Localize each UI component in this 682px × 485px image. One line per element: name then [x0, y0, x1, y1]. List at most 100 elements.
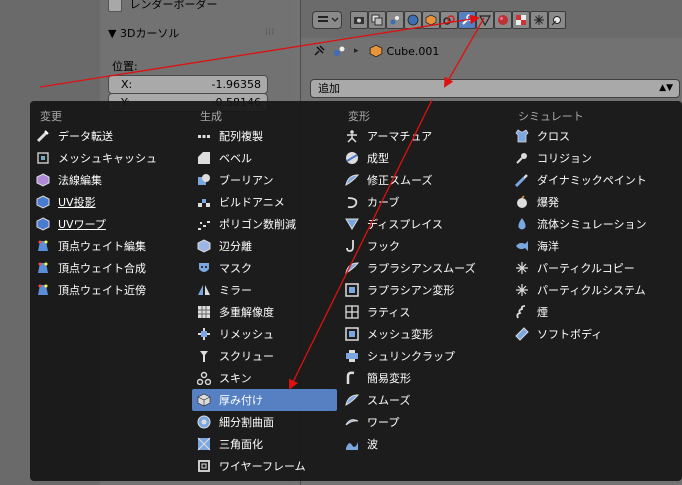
- render-border-checkbox[interactable]: [108, 0, 122, 12]
- modifiers-tab-icon[interactable]: [458, 11, 476, 29]
- menu-item-decimate[interactable]: ポリゴン数削減: [197, 213, 296, 235]
- material-tab-icon[interactable]: [494, 11, 512, 29]
- menu-item-boolean[interactable]: ブーリアン: [197, 169, 274, 191]
- uv-warp-icon: [36, 217, 50, 231]
- menu-item-label: パーティクルシステム: [537, 284, 646, 297]
- add-modifier-dropdown[interactable]: 追加 ▲▼: [310, 79, 680, 98]
- menu-item-armature[interactable]: アーマチュア: [345, 125, 432, 147]
- particles-tab-icon[interactable]: [530, 11, 548, 29]
- menu-item-label: 配列複製: [219, 130, 263, 143]
- menu-item-label: ラプラシアン変形: [367, 284, 455, 297]
- menu-item-solidify[interactable]: 厚み付け: [192, 389, 337, 411]
- menu-item-vertex-weight-proximity[interactable]: 頂点ウェイト近傍: [36, 279, 146, 301]
- menu-item-wave[interactable]: 波: [345, 433, 378, 455]
- subsurf-icon: [197, 415, 211, 429]
- menu-item-label: アーマチュア: [367, 130, 433, 143]
- render-border-label: レンダーボーダー: [129, 0, 218, 11]
- data-transfer-icon: [36, 129, 50, 143]
- editor-type-button[interactable]: [312, 11, 342, 29]
- menu-item-label: 頂点ウェイト編集: [58, 240, 146, 253]
- menu-item-mirror[interactable]: ミラー: [197, 279, 252, 301]
- menu-item-vertex-weight-mix[interactable]: 頂点ウェイト合成: [36, 257, 146, 279]
- render-border-row[interactable]: レンダーボーダー: [108, 0, 218, 12]
- menu-item-corrective-smooth[interactable]: 修正スムーズ: [345, 169, 432, 191]
- menu-item-bevel[interactable]: ベベル: [197, 147, 252, 169]
- menu-item-label: 海洋: [537, 240, 559, 253]
- menu-item-screw[interactable]: スクリュー: [197, 345, 274, 367]
- array-icon: [197, 129, 211, 143]
- menu-item-dynamic-paint[interactable]: ダイナミックペイント: [515, 169, 647, 191]
- skin-icon: [197, 371, 211, 385]
- corrective-smooth-icon: [345, 173, 359, 187]
- menu-item-lattice[interactable]: ラティス: [345, 301, 410, 323]
- menu-item-skin[interactable]: スキン: [197, 367, 252, 389]
- menu-item-displace[interactable]: ディスプレイス: [345, 213, 443, 235]
- data-tab-icon[interactable]: [476, 11, 494, 29]
- menu-item-vertex-weight-edit[interactable]: 頂点ウェイト編集: [36, 235, 146, 257]
- render-tab-icon[interactable]: [350, 11, 368, 29]
- menu-item-warp[interactable]: ワープ: [345, 411, 399, 433]
- menu-item-shrinkwrap[interactable]: シュリンクラップ: [345, 345, 455, 367]
- menu-item-mesh-deform[interactable]: メッシュ変形: [345, 323, 433, 345]
- menu-item-smooth[interactable]: スムーズ: [345, 389, 410, 411]
- menu-item-simple-deform[interactable]: 簡易変形: [345, 367, 411, 389]
- cloth-icon: [515, 129, 529, 143]
- uv-project-icon: [36, 195, 50, 209]
- render-layers-tab-icon[interactable]: [368, 11, 386, 29]
- menu-item-array[interactable]: 配列複製: [197, 125, 263, 147]
- world-tab-icon[interactable]: [404, 11, 422, 29]
- pin-icon[interactable]: [312, 44, 326, 58]
- menu-item-label: 流体シミュレーション: [537, 218, 647, 231]
- warp-icon: [345, 415, 359, 429]
- menu-item-uv-warp[interactable]: UVワープ: [36, 213, 106, 235]
- texture-tab-icon[interactable]: [512, 11, 530, 29]
- menu-item-label: スムーズ: [367, 394, 411, 407]
- object-tab-icon[interactable]: [422, 11, 440, 29]
- menu-item-label: 多重解像度: [219, 306, 274, 319]
- menu-item-ocean[interactable]: 海洋: [515, 235, 559, 257]
- fluid-icon: [515, 217, 529, 231]
- menu-item-cloth[interactable]: クロス: [515, 125, 570, 147]
- wireframe-icon: [197, 459, 211, 473]
- menu-item-label: UV投影: [58, 196, 96, 209]
- menu-item-smoke[interactable]: 煙: [515, 301, 548, 323]
- breadcrumb-object[interactable]: Cube.001: [387, 45, 440, 58]
- menu-item-laplacian-deform[interactable]: ラプラシアン変形: [345, 279, 454, 301]
- menu-item-explode[interactable]: 爆発: [515, 191, 559, 213]
- menu-item-data-transfer[interactable]: データ転送: [36, 125, 113, 147]
- menu-item-label: メッシュキャッシュ: [58, 152, 157, 165]
- menu-item-build[interactable]: ビルドアニメ: [197, 191, 285, 213]
- bevel-icon: [197, 151, 211, 165]
- menu-item-curve[interactable]: カーブ: [345, 191, 399, 213]
- menu-item-fluid[interactable]: 流体シミュレーション: [515, 213, 647, 235]
- scene-tab-icon[interactable]: [386, 11, 404, 29]
- constraints-tab-icon[interactable]: [440, 11, 458, 29]
- cursor-section-header[interactable]: ▼ 3Dカーソル: [108, 25, 179, 41]
- menu-item-mask[interactable]: マスク: [197, 257, 252, 279]
- menu-item-label: 頂点ウェイト合成: [58, 262, 146, 275]
- menu-item-wireframe[interactable]: ワイヤーフレーム: [197, 455, 306, 477]
- menu-item-multires[interactable]: 多重解像度: [197, 301, 274, 323]
- menu-item-hook[interactable]: フック: [345, 235, 400, 257]
- menu-item-laplacian-smooth[interactable]: ラプラシアンスムーズ: [345, 257, 476, 279]
- menu-item-particle-system[interactable]: パーティクルシステム: [515, 279, 646, 301]
- physics-tab-icon[interactable]: [548, 11, 566, 29]
- menu-item-edge-split[interactable]: 辺分離: [197, 235, 252, 257]
- menu-item-triangulate[interactable]: 三角面化: [197, 433, 263, 455]
- menu-item-soft-body[interactable]: ソフトボディ: [515, 323, 602, 345]
- menu-item-uv-project[interactable]: UV投影: [36, 191, 96, 213]
- menu-item-label: 修正スムーズ: [367, 174, 433, 187]
- menu-item-collision[interactable]: コリジョン: [515, 147, 592, 169]
- menu-item-subsurf[interactable]: 細分割曲面: [197, 411, 274, 433]
- menu-item-label: ソフトボディ: [537, 328, 603, 341]
- cursor-x-field[interactable]: X: -1.96358: [108, 75, 268, 94]
- menu-item-remesh[interactable]: リメッシュ: [197, 323, 274, 345]
- drag-handle-icon[interactable]: ⁞⁞⁞: [265, 27, 275, 38]
- menu-item-mesh-cache[interactable]: メッシュキャッシュ: [36, 147, 157, 169]
- menu-item-label: メッシュ変形: [367, 328, 433, 341]
- menu-item-normal-edit[interactable]: 法線編集: [36, 169, 102, 191]
- menu-item-cast[interactable]: 成型: [345, 147, 389, 169]
- shrinkwrap-icon: [345, 349, 359, 363]
- menu-item-label: 頂点ウェイト近傍: [58, 284, 146, 297]
- menu-item-particle-instance[interactable]: パーティクルコピー: [515, 257, 635, 279]
